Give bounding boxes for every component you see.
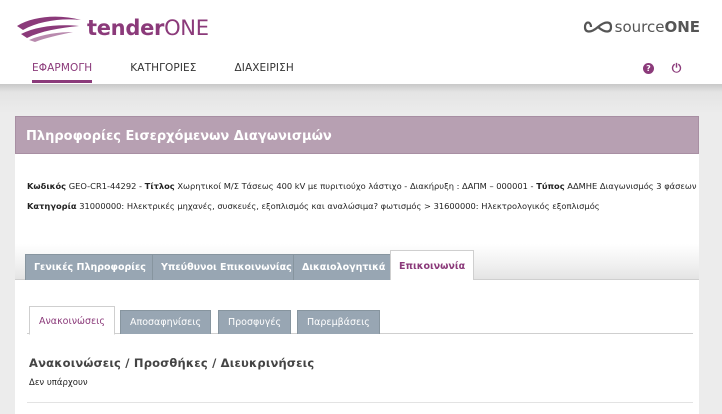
tab-general-info[interactable]: Γενικές Πληροφορίες (25, 254, 155, 280)
nav-icons: ? ⏻ (643, 61, 682, 75)
tenderone-wordmark: tenderONE (87, 12, 209, 44)
title-label: Τίτλος (144, 181, 175, 191)
logo-light-text: ONE (164, 16, 209, 40)
sourceone-logo: sourceONE (583, 16, 700, 38)
tenderone-logo[interactable]: tenderONE (15, 12, 209, 44)
title-value: Χωρητικοί Μ/Σ Τάσεως 400 kV με πυριτιούχ… (177, 181, 528, 191)
subtab-announcements[interactable]: Ανακοινώσεις (29, 306, 115, 335)
communication-content: Ανακοινώσεις Αποσαφηνίσεις Προσφυγές Παρ… (15, 280, 699, 414)
subtab-clarifications[interactable]: Αποσαφηνίσεις (120, 310, 212, 334)
category-value: 31000000: Ηλεκτρικές μηχανές, συσκευές, … (79, 201, 600, 211)
tab-contacts[interactable]: Υπεύθυνοι Επικοινωνίας (152, 254, 301, 280)
category-label: Κατηγορία (27, 201, 77, 211)
sourceone-wordmark: sourceONE (615, 18, 700, 36)
swoosh-logo-icon (17, 16, 81, 42)
info-line-category: Κατηγορία 31000000: Ηλεκτρικές μηχανές, … (27, 196, 687, 216)
type-value: ΑΔΜΗΕ Διαγωνισμός 3 φάσεων (567, 181, 697, 191)
panel-title: Πληροφορίες Εισερχόμενων Διαγωνισμών (15, 116, 699, 154)
partner-light-text: source (614, 18, 665, 36)
infinity-logo-icon (583, 21, 612, 33)
code-label: Κωδικός (27, 181, 67, 191)
code-value: GEO-CR1-44292 (68, 181, 137, 191)
app-header: tenderONE sourceONE ΕΦΑΡΜΟΓΗ ΚΑΤΗΓΟΡΙΕΣ … (0, 0, 722, 84)
power-icon[interactable]: ⏻ (671, 61, 682, 75)
info-line-main: Κωδικός GEO-CR1-44292 - Τίτλος Χωρητικοί… (27, 181, 697, 191)
subtab-appeals[interactable]: Προσφυγές (218, 310, 292, 334)
tab-documents[interactable]: Δικαιολογητικά (293, 254, 395, 280)
nav-item-management[interactable]: ΔΙΑΧΕΙΡΙΣΗ (235, 62, 294, 83)
question-icon[interactable]: ? (643, 63, 654, 74)
nav-item-application[interactable]: ΕΦΑΡΜΟΓΗ (32, 62, 93, 83)
type-label: Τύπος (536, 181, 565, 191)
tender-info: Κωδικός GEO-CR1-44292 - Τίτλος Χωρητικοί… (15, 154, 699, 244)
empty-state-text: Δεν υπάρχουν (29, 378, 88, 388)
sub-tabs: Ανακοινώσεις Αποσαφηνίσεις Προσφυγές Παρ… (27, 306, 693, 335)
main-tabs: Γενικές Πληροφορίες Υπεύθυνοι Επικοινωνί… (15, 244, 699, 281)
main-nav: ΕΦΑΡΜΟΓΗ ΚΑΤΗΓΟΡΙΕΣ ΔΙΑΧΕΙΡΙΣΗ (32, 62, 332, 83)
section-title: Ανακοινώσεις / Προσθήκες / Διευκρινήσεις (29, 356, 315, 370)
tab-communication[interactable]: Επικοινωνία (390, 250, 475, 281)
section-divider (27, 402, 693, 403)
subtab-interventions[interactable]: Παρεμβάσεις (297, 310, 380, 334)
nav-item-categories[interactable]: ΚΑΤΗΓΟΡΙΕΣ (130, 62, 196, 83)
logo-bold-text: tender (87, 16, 165, 40)
partner-bold-text: ONE (664, 18, 700, 36)
